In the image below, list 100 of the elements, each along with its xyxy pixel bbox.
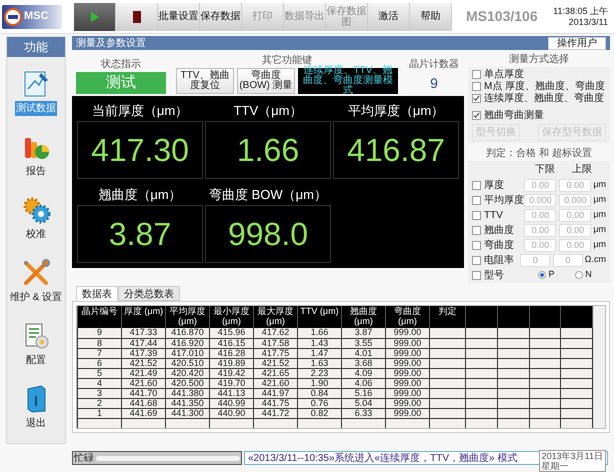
table-cell: 421.60 [122, 378, 166, 388]
table-cell: 1.63 [298, 358, 342, 368]
table-cell: 420.510 [166, 358, 210, 368]
table-cell: 3 [78, 388, 122, 398]
table-cell: 999.00 [386, 348, 430, 358]
upper-limit-field[interactable]: 0.00 [559, 224, 592, 236]
table-cell: 441.350 [166, 398, 210, 408]
radio-label: N [585, 268, 592, 282]
checkbox[interactable] [472, 256, 481, 264]
play-button[interactable] [74, 2, 116, 30]
column-label: 上限 [571, 162, 593, 177]
table-cell: 421.49 [122, 368, 166, 378]
upper-limit-field[interactable]: 0 [553, 254, 583, 266]
lower-limit-field[interactable]: 0.00 [524, 178, 556, 192]
checkbox[interactable] [472, 210, 481, 220]
stop-button[interactable] [116, 2, 158, 30]
table-cell: 419.42 [210, 368, 254, 378]
checkbox[interactable] [472, 94, 481, 103]
checkbox[interactable] [472, 240, 481, 250]
lower-limit-field[interactable]: 0.00 [524, 208, 556, 222]
checkbox[interactable] [472, 270, 481, 280]
option-label: M点 厚度、翘曲度、弯曲度 [484, 81, 606, 92]
checkbox[interactable] [472, 196, 481, 204]
radio-button[interactable] [575, 271, 584, 279]
sidebar-item[interactable]: 退出 [21, 384, 51, 431]
log-entry: «2013/3/11--10:35»系统进入«连续厚度，TTV，翘曲度» 模式 [248, 452, 518, 464]
checkbox[interactable] [472, 180, 481, 190]
table-cell: 421.52 [254, 358, 298, 368]
table-cell: 416.920 [166, 338, 210, 348]
metric-label: TTV（μm） [234, 102, 302, 120]
table-cell: 8 [78, 338, 122, 348]
logo-icon [4, 8, 22, 26]
toolbar-button[interactable]: 保存数据 [200, 2, 242, 30]
metric-label: 弯曲度 BOW（μm） [209, 186, 327, 204]
table-cell: 2.23 [298, 368, 342, 378]
checkbox[interactable] [472, 111, 481, 120]
toolbar-button[interactable]: 批量设置 [158, 2, 200, 30]
unit-label: μm [593, 193, 606, 206]
toolbar-button[interactable]: 帮助 [410, 2, 452, 30]
upper-limit-field[interactable]: 0.00 [559, 178, 592, 192]
sidebar-item[interactable]: 报告 [21, 132, 51, 179]
radio-button[interactable] [538, 271, 546, 279]
group-caption: 晶片计数器 [409, 58, 459, 72]
clock-date: 2013/3/11 [568, 16, 608, 28]
table-cell: 3.87 [342, 328, 386, 338]
lower-limit-field[interactable]: 0.00 [524, 224, 556, 236]
sidebar-item[interactable]: 维护 & 设置 [8, 258, 64, 305]
table-cell: 4.06 [342, 378, 386, 388]
table-cell: 441.75 [254, 398, 298, 408]
scrollbar[interactable] [593, 306, 605, 428]
table-cell: 440.99 [210, 398, 254, 408]
upper-limit-field[interactable]: 0.00 [559, 238, 592, 252]
radio-label: P [548, 268, 554, 282]
checkbox[interactable] [472, 226, 481, 234]
metric-label: 当前厚度（μm） [92, 102, 188, 120]
table-cell: 441.97 [254, 388, 298, 398]
tab[interactable]: 分类总数表 [118, 286, 180, 301]
upper-limit-field[interactable]: 0.000 [559, 194, 592, 206]
table-cell: 1.90 [298, 378, 342, 388]
table-cell: 999.00 [386, 398, 430, 408]
clock-time: 11:38:05 上午 [553, 6, 608, 16]
tooltip-text: 2013年3月11日 [542, 451, 603, 461]
table-cell: 441.380 [166, 388, 210, 398]
table-cell: 441.13 [210, 388, 254, 398]
metric-value: 417.30 [77, 121, 203, 179]
table-cell: 417.58 [254, 338, 298, 348]
sidebar-item[interactable]: 校准 [21, 195, 51, 242]
function-button[interactable]: 弯曲度 (BOW) 测量 [237, 68, 295, 94]
table-cell: 421.60 [254, 378, 298, 388]
sidebar-item[interactable]: 配置 [21, 321, 51, 368]
user-button[interactable]: 操作用户 [548, 36, 606, 50]
function-button[interactable]: TTV、翘曲度复位 [176, 68, 234, 94]
sidebar-item[interactable]: 测试数据 [15, 69, 57, 116]
option-label: 单点厚度 [484, 69, 524, 80]
lower-limit-field[interactable]: 0 [520, 254, 550, 266]
metric-label: 平均厚度（μm） [348, 102, 444, 120]
table-cell: 420.420 [166, 368, 210, 378]
limit-label: 电阻率 [484, 254, 514, 268]
metric-label: 翘曲度（μm） [98, 186, 182, 204]
unit-label: μm [593, 208, 606, 222]
checkbox[interactable] [472, 70, 481, 79]
upper-limit-field[interactable]: 0.00 [559, 208, 592, 222]
table-cell: 4.09 [342, 368, 386, 378]
table-cell: 417.75 [254, 348, 298, 358]
lower-limit-field[interactable]: 0.000 [524, 194, 556, 206]
table-cell: 2 [78, 398, 122, 408]
table-cell: 417.010 [166, 348, 210, 358]
table-cell: 440.90 [210, 408, 254, 418]
table-cell: 999.00 [386, 378, 430, 388]
limit-label: 平均厚度 [484, 194, 524, 208]
table-cell: 441.300 [166, 408, 210, 418]
table-cell: 1.47 [298, 348, 342, 358]
group-caption: 测量方式选择 [508, 52, 570, 67]
checkbox[interactable] [472, 82, 481, 91]
sidebar-title: 功能 [7, 37, 65, 57]
tab[interactable]: 数据表 [76, 286, 118, 301]
toolbar-button[interactable]: 激活 [368, 2, 410, 30]
table-cell: 6.33 [342, 408, 386, 418]
lower-limit-field[interactable]: 0.00 [524, 238, 556, 252]
table-cell: 441.72 [254, 408, 298, 418]
